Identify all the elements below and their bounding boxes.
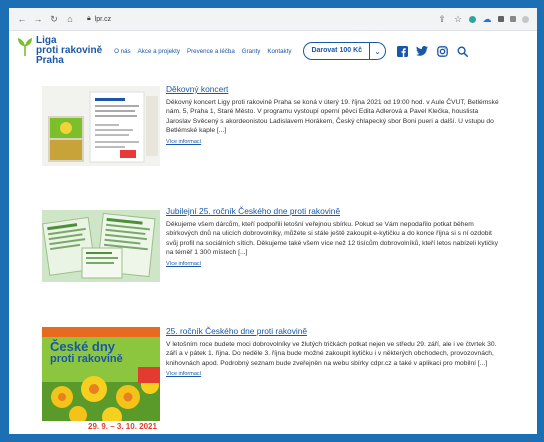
site-logo[interactable]: Liga proti rakovině Praha — [17, 36, 102, 66]
article-excerpt: V letošním roce budete moci dobrovolníky… — [166, 341, 497, 367]
extension-puzzle-icon[interactable] — [498, 16, 504, 22]
nav-item-contacts[interactable]: Kontakty — [267, 48, 291, 55]
nav-item-about[interactable]: O nás — [114, 48, 131, 55]
logo-line-3: Praha — [36, 55, 64, 66]
twitter-icon[interactable] — [416, 45, 429, 57]
poster-title-line-2: proti rakovině — [50, 353, 123, 365]
browser-window: ← → ↻ ⌂ 🔒︎ lpr.cz ⇪ ☆ ☁ Liga proti rakov… — [9, 8, 537, 434]
lock-icon: 🔒︎ — [87, 15, 91, 22]
instagram-icon[interactable] — [436, 45, 448, 57]
address-bar[interactable]: 🔒︎ lpr.cz — [87, 15, 111, 23]
share-icon[interactable]: ⇪ — [437, 14, 447, 24]
profile-avatar[interactable] — [522, 15, 529, 23]
donate-label: Darovat 100 Kč — [311, 47, 363, 54]
more-info-link[interactable]: Více informací — [166, 371, 501, 377]
campaign-poster[interactable]: České dny proti rakovině 29. 9. – 3. 10.… — [42, 327, 160, 434]
more-info-link[interactable]: Více informací — [166, 139, 501, 145]
article-body: Jubilejní 25. ročník Českého dne proti r… — [166, 206, 501, 267]
article-title-link[interactable]: Jubilejní 25. ročník Českého dne proti r… — [166, 206, 501, 217]
nav-item-prevention[interactable]: Prevence a léčba — [187, 48, 235, 55]
article-excerpt: Děkujeme všem dárcům, kteří podpořili le… — [166, 221, 498, 257]
article-excerpt: Děkovný koncert Ligy proti rakovině Prah… — [166, 99, 499, 135]
daffodil-logo-icon — [18, 38, 32, 56]
social-links — [396, 45, 468, 57]
article-thumbnail[interactable] — [42, 210, 160, 282]
facebook-icon[interactable] — [396, 45, 408, 57]
article-body: 25. ročník Českého dne proti rakovině V … — [166, 326, 501, 377]
sidebar-icon[interactable] — [510, 16, 516, 22]
article-title-link[interactable]: Děkovný koncert — [166, 84, 501, 95]
home-icon[interactable]: ⌂ — [65, 14, 75, 24]
article-body: Děkovný koncert Děkovný koncert Ligy pro… — [166, 84, 501, 145]
nav-item-events[interactable]: Akce a projekty — [138, 48, 180, 55]
poster-title-line-1: České dny — [50, 339, 116, 354]
poster-date: 29. 9. – 3. 10. 2021 — [88, 422, 157, 431]
search-icon[interactable] — [456, 45, 468, 57]
donate-button[interactable]: Darovat 100 Kč ⌄ — [303, 42, 387, 60]
cloud-icon[interactable]: ☁ — [482, 14, 492, 24]
chevron-down-icon[interactable]: ⌄ — [369, 43, 385, 59]
article-thumbnail[interactable] — [42, 86, 160, 166]
reload-icon[interactable]: ↻ — [49, 14, 59, 24]
more-info-link[interactable]: Více informací — [166, 261, 501, 267]
back-icon[interactable]: ← — [17, 14, 27, 24]
nav-item-grants[interactable]: Granty — [242, 48, 261, 55]
article-title-link[interactable]: 25. ročník Českého dne proti rakovině — [166, 326, 501, 337]
extension-icon[interactable] — [469, 15, 476, 23]
main-nav: O nás Akce a projekty Prevence a léčba G… — [114, 48, 291, 55]
url-text: lpr.cz — [94, 15, 112, 23]
browser-toolbar: ← → ↻ ⌂ 🔒︎ lpr.cz ⇪ ☆ ☁ — [9, 8, 537, 31]
poster-title: České dny proti rakovině — [50, 339, 123, 365]
site-header: Liga proti rakovině Praha O nás Akce a p… — [9, 31, 537, 71]
forward-icon[interactable]: → — [33, 14, 43, 24]
star-icon[interactable]: ☆ — [453, 14, 463, 24]
